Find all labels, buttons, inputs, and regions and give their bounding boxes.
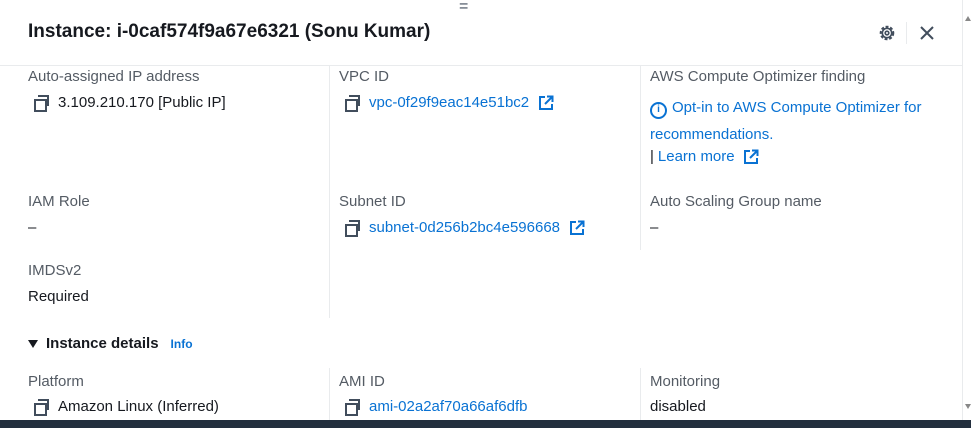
ami-id-label: AMI ID <box>339 373 385 390</box>
vpc-id-label: VPC ID <box>339 68 390 85</box>
column-divider <box>640 66 641 250</box>
optimizer-optin-link[interactable]: i Opt-in to AWS Compute Optimizer for rec… <box>650 94 950 148</box>
asg-name-value: – <box>650 219 659 236</box>
instance-details-title: Instance details <box>46 335 159 352</box>
copy-icon[interactable] <box>345 399 360 416</box>
iam-role-label: IAM Role <box>28 193 90 210</box>
column-divider <box>329 66 330 318</box>
instance-details-info-link[interactable]: Info <box>171 337 193 351</box>
auto-ip-text: 3.109.210.170 [Public IP] <box>58 94 226 111</box>
column-divider <box>640 368 641 420</box>
panel-title: Instance: i-0caf574f9a67e6321 (Sonu Kuma… <box>28 21 431 42</box>
header-divider <box>906 22 907 44</box>
imdsv2-value: Required <box>28 288 89 305</box>
external-link-icon[interactable] <box>743 149 759 165</box>
subnet-id-link[interactable]: subnet-0d256b2bc4e596668 <box>369 219 560 236</box>
external-link-icon[interactable] <box>569 220 585 236</box>
bottom-bar <box>0 420 971 428</box>
copy-icon[interactable] <box>345 220 360 237</box>
settings-icon <box>879 25 895 41</box>
monitoring-label: Monitoring <box>650 373 721 390</box>
instance-detail-panel: = Instance: i-0caf574f9a67e6321 (Sonu Ku… <box>0 0 963 420</box>
vpc-id-value: vpc-0f29f9eac14e51bc2 <box>345 94 554 112</box>
panel-header: Instance: i-0caf574f9a67e6321 (Sonu Kuma… <box>0 0 963 66</box>
copy-icon[interactable] <box>34 399 49 416</box>
auto-ip-label: Auto-assigned IP address <box>28 68 200 85</box>
platform-value: Amazon Linux (Inferred) <box>34 398 219 416</box>
learn-more-link[interactable]: Learn more <box>658 148 735 165</box>
settings-button[interactable] <box>876 22 898 44</box>
learn-more-separator: | <box>650 148 654 165</box>
optimizer-optin-text: Opt-in to AWS Compute Optimizer for reco… <box>650 99 922 143</box>
iam-role-value: – <box>28 219 37 236</box>
platform-text: Amazon Linux (Inferred) <box>58 398 219 415</box>
scroll-up-arrow[interactable] <box>965 16 971 21</box>
auto-ip-value: 3.109.210.170 [Public IP] <box>34 94 226 112</box>
ami-id-link[interactable]: ami-02a2af70a66af6dfb <box>369 398 527 415</box>
caret-down-icon <box>28 339 38 348</box>
learn-more-row: | Learn more <box>650 148 759 165</box>
instance-details-toggle[interactable]: Instance details Info <box>28 335 193 352</box>
copy-icon[interactable] <box>34 95 49 112</box>
imdsv2-label: IMDSv2 <box>28 262 82 279</box>
info-icon: i <box>650 101 667 119</box>
asg-name-label: Auto Scaling Group name <box>650 193 822 210</box>
close-icon <box>920 26 934 40</box>
scroll-down-arrow[interactable] <box>965 404 971 409</box>
close-button[interactable] <box>916 22 938 44</box>
vpc-id-link[interactable]: vpc-0f29f9eac14e51bc2 <box>369 94 529 111</box>
copy-icon[interactable] <box>345 95 360 112</box>
subnet-id-label: Subnet ID <box>339 193 406 210</box>
column-divider <box>329 368 330 420</box>
platform-label: Platform <box>28 373 84 390</box>
monitoring-value: disabled <box>650 398 706 415</box>
external-link-icon[interactable] <box>538 95 554 111</box>
subnet-id-value: subnet-0d256b2bc4e596668 <box>345 219 585 237</box>
ami-id-value: ami-02a2af70a66af6dfb <box>345 398 527 416</box>
optimizer-label: AWS Compute Optimizer finding <box>650 68 866 85</box>
